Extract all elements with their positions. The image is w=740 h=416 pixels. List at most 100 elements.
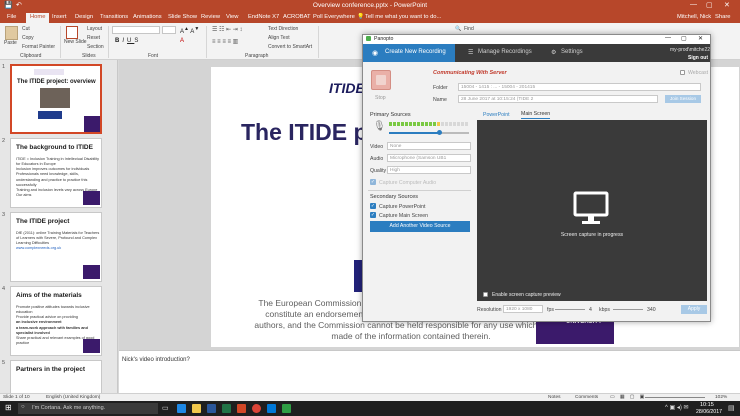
- font-name-box[interactable]: [112, 26, 160, 34]
- align-text-button[interactable]: Align Text: [268, 35, 290, 41]
- reset-button[interactable]: Reset: [87, 35, 100, 41]
- tab-insert[interactable]: Insert: [52, 14, 67, 20]
- copy-button[interactable]: Copy: [22, 35, 34, 41]
- chrome-icon[interactable]: [252, 404, 261, 413]
- slide-thumbnail-4[interactable]: Aims of the materials Promote positive a…: [10, 286, 102, 356]
- preview-tab-main-screen[interactable]: Main Screen: [521, 111, 551, 119]
- tab-acrobat[interactable]: ACROBAT: [283, 14, 311, 20]
- powerpoint-icon[interactable]: [237, 404, 246, 413]
- gain-slider-track[interactable]: [389, 130, 469, 135]
- tab-manage-recordings[interactable]: ☰ Manage Recordings: [466, 44, 546, 62]
- capture-powerpoint-checkbox[interactable]: ✓: [370, 203, 376, 209]
- file-explorer-icon[interactable]: [192, 404, 201, 413]
- zoom-level[interactable]: 102%: [715, 395, 727, 400]
- maximize-icon[interactable]: ▢: [681, 35, 687, 42]
- slide-thumbnail-3[interactable]: The ITIDE project DfE (2011): online Tra…: [10, 212, 102, 282]
- edge-icon[interactable]: [177, 404, 186, 413]
- close-icon[interactable]: ✕: [698, 35, 703, 42]
- record-button[interactable]: [371, 70, 391, 90]
- resolution-select[interactable]: 1920 x 1080: [503, 305, 543, 313]
- enable-preview-checkbox[interactable]: [483, 292, 488, 297]
- windows-start-icon[interactable]: ⊞: [5, 403, 12, 412]
- tab-poll-everywhere[interactable]: Poll Everywhere: [313, 14, 355, 20]
- fps-slider[interactable]: [555, 309, 585, 310]
- slide-title[interactable]: The ITIDE p: [241, 119, 368, 146]
- add-video-source-button[interactable]: Add Another Video Source: [370, 221, 470, 232]
- tab-home[interactable]: Home: [26, 13, 50, 23]
- word-icon[interactable]: [207, 404, 216, 413]
- cut-button[interactable]: Cut: [22, 26, 30, 32]
- video-source-select[interactable]: None: [387, 142, 471, 150]
- search-icon[interactable]: 🔍: [455, 26, 461, 32]
- minimize-icon[interactable]: —: [690, 1, 697, 8]
- convert-smartart-button[interactable]: Convert to SmartArt: [268, 44, 312, 50]
- tab-view[interactable]: View: [226, 14, 238, 20]
- capture-main-screen-checkbox[interactable]: ✓: [370, 212, 376, 218]
- notes-toggle[interactable]: Notes: [548, 395, 561, 400]
- panopto-taskbar-icon[interactable]: [282, 404, 291, 413]
- grow-font-icon[interactable]: A▲ A▼: [180, 26, 199, 35]
- audio-source-select[interactable]: Microphone (Samson UB1: [387, 154, 471, 162]
- kbps-slider[interactable]: [613, 309, 643, 310]
- task-view-icon[interactable]: ▭: [162, 404, 169, 412]
- new-slide-icon[interactable]: [66, 26, 78, 39]
- tab-review[interactable]: Review: [201, 14, 220, 20]
- zoom-slider[interactable]: [645, 397, 705, 398]
- tab-slideshow[interactable]: Slide Show: [168, 14, 197, 20]
- tab-transitions[interactable]: Transitions: [100, 14, 128, 20]
- preview-tab-powerpoint[interactable]: PowerPoint: [483, 112, 510, 118]
- webcast-checkbox[interactable]: [680, 70, 685, 75]
- session-name-input[interactable]: 28 June 2017 at 10:15:24 (TIDE 2: [458, 95, 658, 103]
- cortana-search-box[interactable]: ○ I'm Cortana. Ask me anything.: [18, 403, 158, 414]
- quality-select[interactable]: High: [387, 166, 471, 174]
- tab-file[interactable]: File: [7, 14, 16, 20]
- font-style-buttons[interactable]: BIUS: [115, 38, 141, 44]
- excel-icon[interactable]: [222, 404, 231, 413]
- clock-date[interactable]: 28/06/2017: [696, 409, 722, 415]
- notes-pane[interactable]: Nick's video introduction?: [119, 350, 740, 393]
- font-size-box[interactable]: [162, 26, 176, 34]
- tell-me-search[interactable]: Tell me what you want to do...: [365, 14, 441, 20]
- tab-endnote[interactable]: EndNote X7: [248, 14, 279, 20]
- user-name[interactable]: Mitchell, Nick: [677, 14, 711, 20]
- paste-icon[interactable]: [5, 26, 18, 40]
- cortana-search-text[interactable]: I'm Cortana. Ask me anything.: [32, 405, 105, 411]
- panopto-recorder-window[interactable]: Panopto — ▢ ✕ ◉ Create New Recording ☰ M…: [362, 34, 711, 322]
- comments-toggle[interactable]: Comments: [575, 395, 598, 400]
- font-color-icon[interactable]: A: [180, 38, 184, 44]
- slide-thumbnail-5[interactable]: Partners in the project: [10, 360, 102, 393]
- language-status[interactable]: English (United Kingdom): [46, 395, 100, 400]
- close-icon[interactable]: ✕: [724, 1, 730, 9]
- notes-text[interactable]: Nick's video introduction?: [122, 357, 190, 363]
- join-session-button[interactable]: Join Session: [665, 95, 701, 103]
- slide-thumbnail-1[interactable]: The ITIDE project: overview: [10, 64, 102, 134]
- capture-audio-checkbox[interactable]: ✓: [370, 179, 376, 185]
- new-slide-button[interactable]: New Slide: [64, 39, 87, 46]
- system-tray-icons[interactable]: ^ ▣ ◂) ✉: [665, 404, 689, 411]
- layout-button[interactable]: Layout: [87, 26, 102, 32]
- slide-thumbnail-2[interactable]: The background to ITIDE ITIDE = Inclusio…: [10, 138, 102, 208]
- bullets-icon[interactable]: ☰ ☷ ⇤ ⇥ ↕: [212, 26, 242, 33]
- notifications-icon[interactable]: ▤: [728, 404, 735, 412]
- sign-out-link[interactable]: Sign out: [688, 55, 708, 61]
- align-icon[interactable]: ≡ ≡ ≡ ≡ ▥: [212, 38, 238, 45]
- tab-settings[interactable]: ⚙ Settings: [549, 44, 589, 62]
- tab-design[interactable]: Design: [75, 14, 93, 20]
- find-button[interactable]: Find: [464, 26, 474, 32]
- folder-select[interactable]: 15004 - 1415 : ... - 15004 - 201415: [458, 83, 701, 91]
- tab-create-new-recording[interactable]: ◉ Create New Recording: [363, 44, 455, 62]
- outlook-icon[interactable]: [267, 404, 276, 413]
- maximize-icon[interactable]: ▢: [706, 1, 713, 9]
- tab-animations[interactable]: Animations: [133, 14, 162, 20]
- text-direction-button[interactable]: Text Direction: [268, 26, 298, 32]
- format-painter-button[interactable]: Format Painter: [22, 44, 55, 50]
- clock-time[interactable]: 10:15: [700, 402, 714, 408]
- view-buttons[interactable]: ▭ ▦ ▢ ▣: [610, 395, 646, 400]
- paste-label[interactable]: Paste: [4, 40, 17, 46]
- minimize-icon[interactable]: —: [665, 35, 671, 41]
- share-button[interactable]: Share: [715, 14, 730, 20]
- apply-button[interactable]: Apply: [681, 305, 707, 314]
- gain-slider-thumb[interactable]: [436, 130, 442, 135]
- slide-thumbnail-pane[interactable]: 1 The ITIDE project: overview 2 The back…: [0, 60, 118, 393]
- section-button[interactable]: Section: [87, 44, 104, 50]
